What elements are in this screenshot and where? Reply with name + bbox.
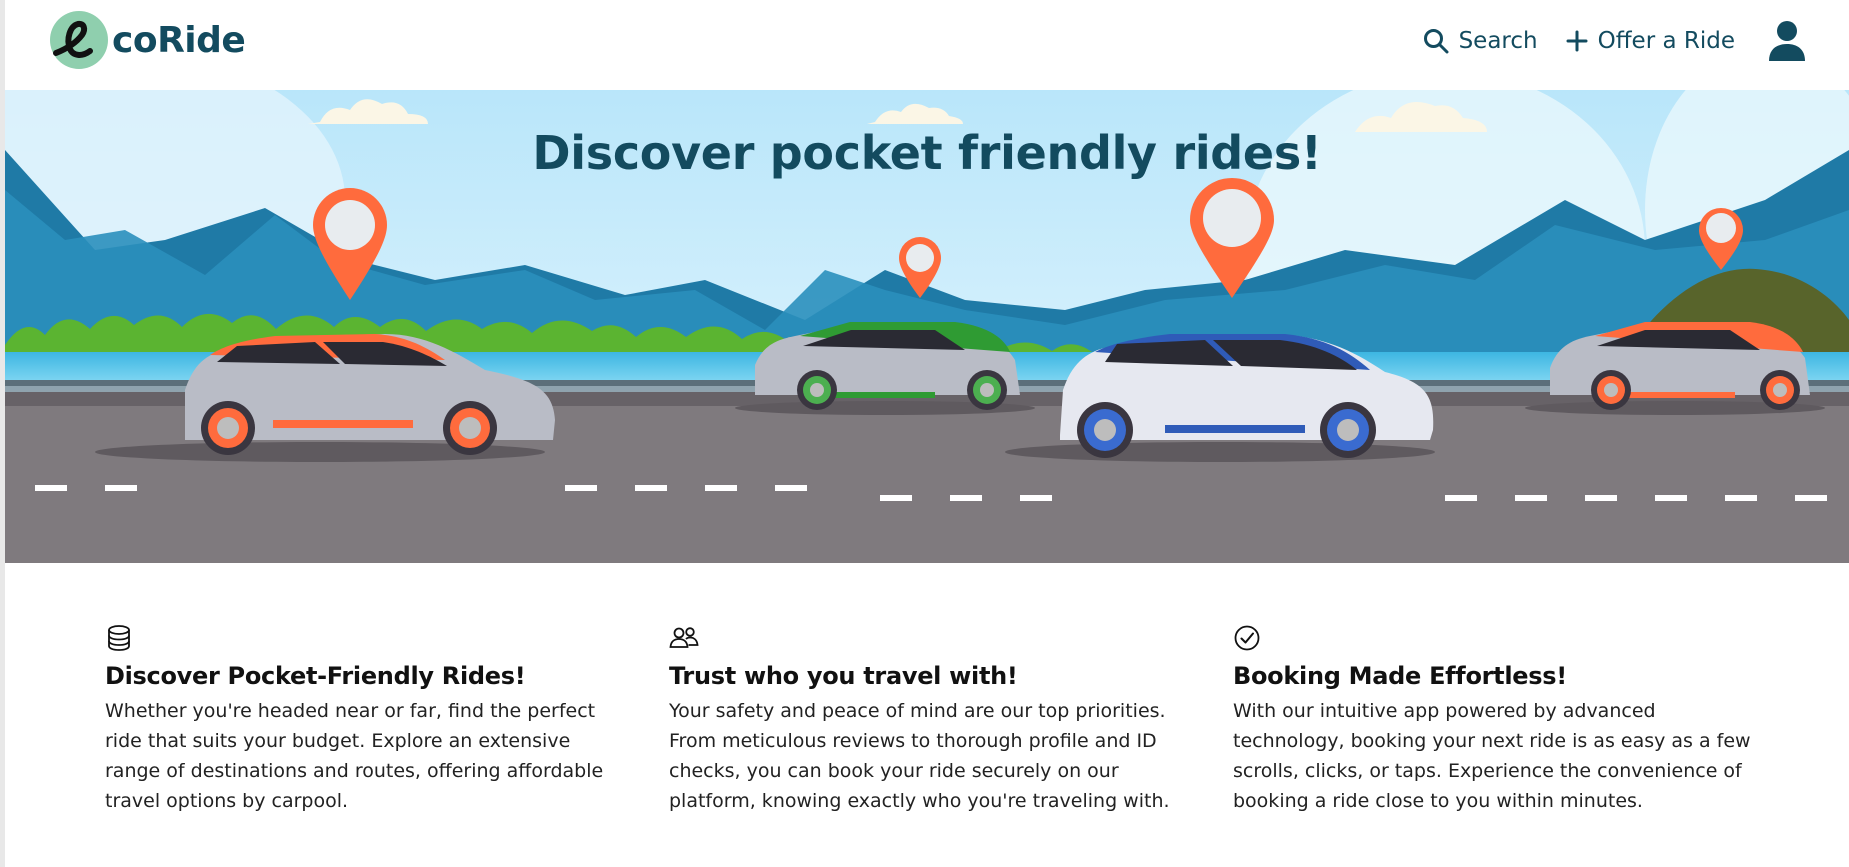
feature-title: Trust who you travel with! — [669, 662, 1018, 690]
features-section: Discover Pocket-Friendly Rides! Whether … — [105, 624, 1805, 816]
feature-description: Your safety and peace of mind are our to… — [669, 700, 1170, 812]
database-stack-icon — [105, 624, 133, 652]
search-nav-label: Search — [1458, 28, 1538, 54]
search-nav-button[interactable]: Search — [1423, 28, 1538, 54]
top-navbar: coRide Search Offer a Ride — [5, 0, 1849, 90]
feature-description: With our intuitive app powered by advanc… — [1233, 700, 1751, 812]
main-nav: Search Offer a Ride — [1423, 15, 1809, 67]
plus-icon — [1566, 30, 1588, 52]
offer-ride-nav-label: Offer a Ride — [1597, 28, 1735, 54]
feature-card: Trust who you travel with! Your safety a… — [669, 624, 1233, 816]
brand-logo[interactable]: coRide — [50, 8, 246, 72]
offer-ride-nav-button[interactable]: Offer a Ride — [1566, 28, 1735, 54]
logo-mark-icon — [50, 9, 112, 71]
search-icon — [1423, 28, 1449, 54]
hero-banner: Discover pocket friendly rides! — [5, 90, 1849, 563]
feature-title: Discover Pocket-Friendly Rides! — [105, 662, 526, 690]
hero-title: Discover pocket friendly rides! — [532, 126, 1322, 180]
people-icon — [669, 624, 699, 652]
feature-card: Discover Pocket-Friendly Rides! Whether … — [105, 624, 669, 816]
brand-name: coRide — [112, 19, 246, 61]
user-profile-icon[interactable] — [1765, 19, 1809, 63]
check-circle-icon — [1233, 624, 1261, 652]
feature-card: Booking Made Effortless! With our intuit… — [1233, 624, 1797, 816]
feature-description: Whether you're headed near or far, find … — [105, 700, 604, 812]
feature-title: Booking Made Effortless! — [1233, 662, 1567, 690]
